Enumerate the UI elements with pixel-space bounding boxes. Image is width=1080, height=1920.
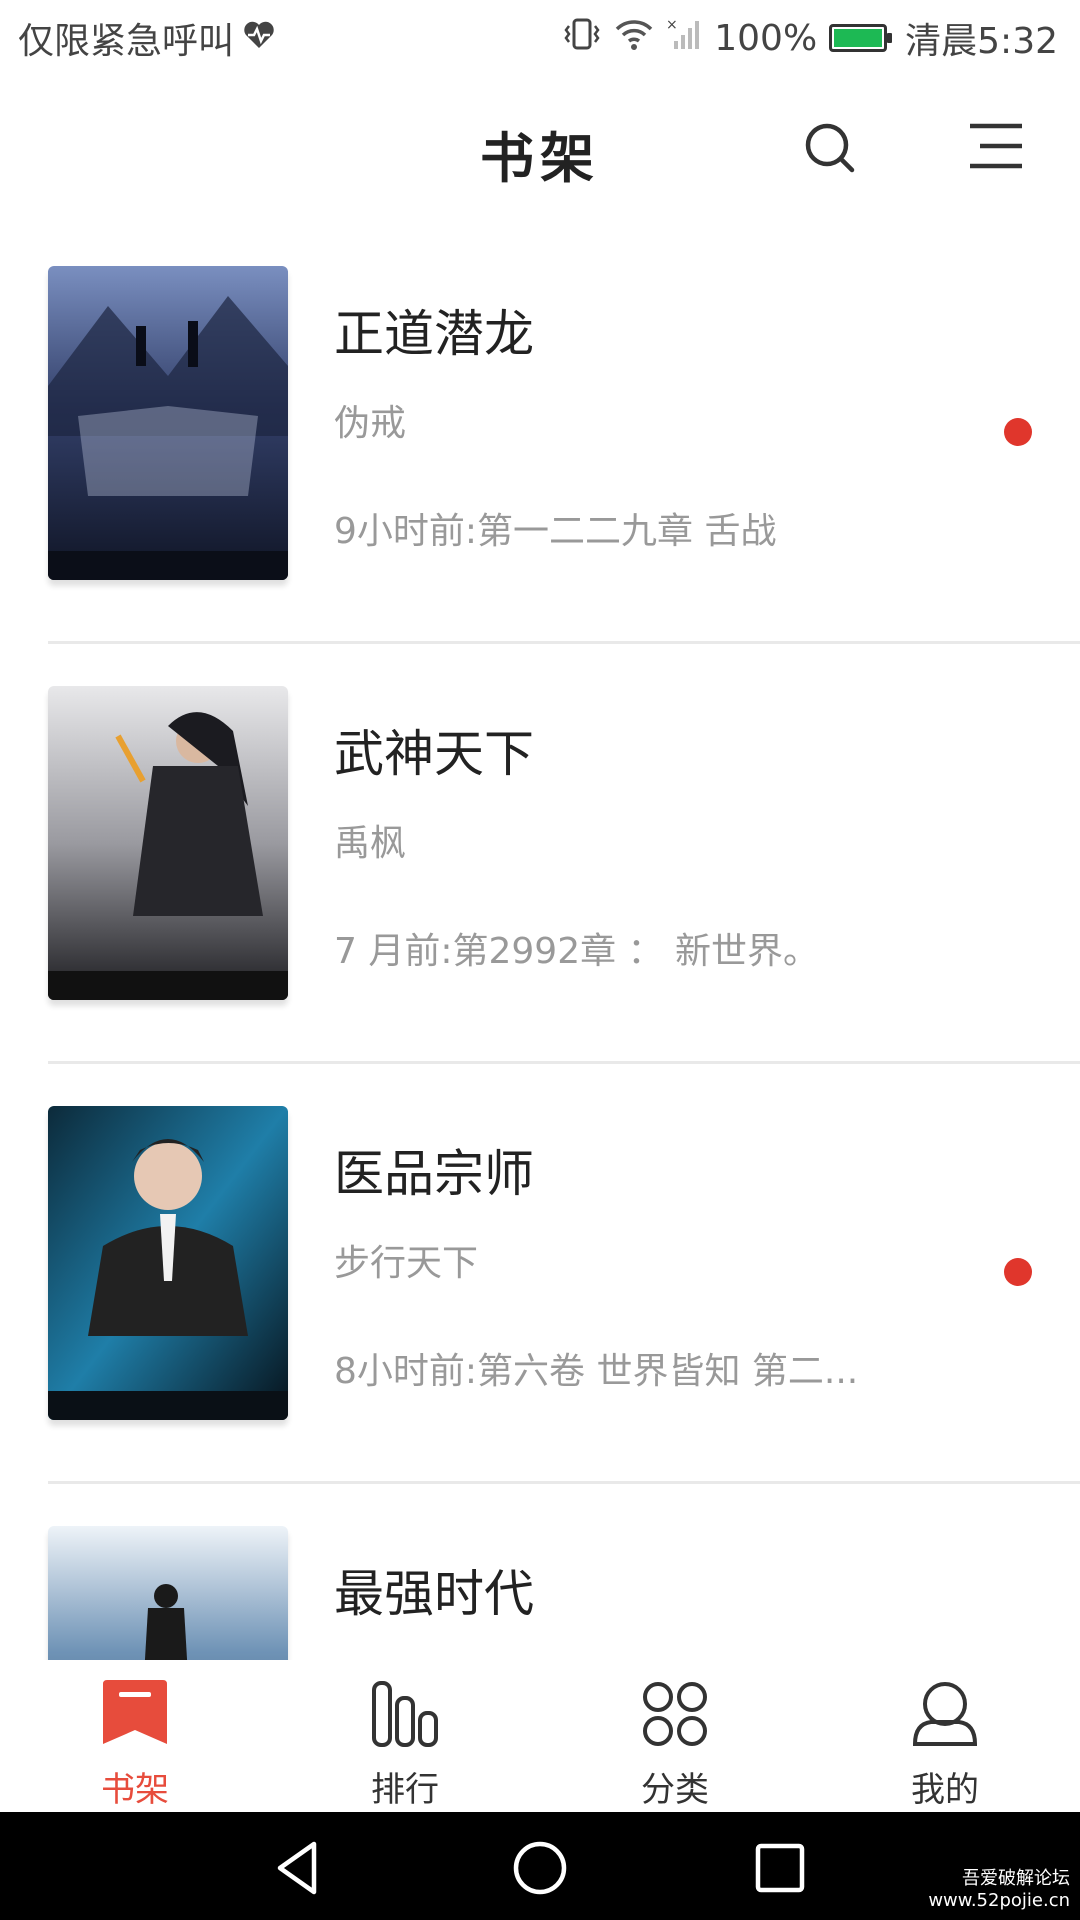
book-cover	[48, 1526, 288, 1660]
tab-ranking[interactable]: 排行	[270, 1660, 540, 1812]
bottom-tab-bar: 书架 排行 分类 我的	[0, 1660, 1080, 1812]
status-left: 仅限紧急呼叫	[18, 12, 276, 64]
watermark-line2: www.52pojie.cn	[928, 1890, 1070, 1911]
book-cover-image	[48, 266, 288, 580]
book-cover-image	[48, 1106, 288, 1420]
top-app-bar: 书架	[0, 74, 1080, 224]
tab-label: 我的	[911, 1770, 979, 1810]
ranking-icon	[372, 1681, 438, 1747]
category-icon	[643, 1682, 707, 1746]
tab-profile[interactable]: 我的	[810, 1660, 1080, 1812]
heart-rate-icon	[242, 18, 276, 59]
book-item[interactable]: 最强时代	[0, 1484, 1080, 1660]
watermark: 吾爱破解论坛 www.52pojie.cn	[928, 1868, 1070, 1912]
bookshelf-icon	[103, 1680, 167, 1744]
emergency-call-text: 仅限紧急呼叫	[18, 21, 235, 62]
recents-icon	[755, 1843, 805, 1893]
home-button[interactable]	[510, 1838, 570, 1898]
back-button[interactable]	[270, 1838, 330, 1898]
tab-category[interactable]: 分类	[540, 1660, 810, 1812]
status-right: × 100% 清晨5:32	[562, 12, 1058, 64]
watermark-line1: 吾爱破解论坛	[962, 1868, 1070, 1889]
book-cover	[48, 266, 288, 580]
svg-text:×: ×	[666, 17, 678, 33]
menu-icon	[970, 123, 1022, 169]
app-root: 仅限紧急呼叫 × 100% 清晨5:32 书架 正道潜龙 伪戒 9小时前:第一二…	[0, 0, 1080, 1920]
tab-label: 书架	[101, 1770, 169, 1810]
recents-button[interactable]	[750, 1838, 810, 1898]
search-button[interactable]	[800, 118, 860, 178]
book-item[interactable]: 武神天下 禹枫 7 月前:第2992章 ： 新世界。	[0, 644, 1080, 1064]
battery-percent: 100%	[714, 17, 818, 59]
menu-button[interactable]	[966, 120, 1026, 176]
book-author: 伪戒	[334, 403, 407, 444]
tab-bookshelf[interactable]: 书架	[0, 1660, 270, 1812]
wifi-icon	[614, 17, 654, 60]
book-item[interactable]: 正道潜龙 伪戒 9小时前:第一二二九章 舌战	[0, 224, 1080, 644]
signal-icon: ×	[666, 17, 702, 60]
update-indicator	[1004, 1258, 1032, 1286]
book-item[interactable]: 医品宗师 步行天下 8小时前:第六卷 世界皆知 第二...	[0, 1064, 1080, 1484]
search-icon	[805, 123, 855, 173]
page-title: 书架	[480, 126, 600, 190]
book-cover	[48, 1106, 288, 1420]
vibrate-icon	[562, 17, 602, 60]
book-cover-image	[48, 686, 288, 1000]
battery-icon	[829, 24, 893, 52]
bookshelf-list: 正道潜龙 伪戒 9小时前:第一二二九章 舌战 武神天下 禹枫 7 月前:第299…	[0, 224, 1080, 1660]
system-nav-bar: 吾爱破解论坛 www.52pojie.cn	[0, 1812, 1080, 1920]
book-title: 医品宗师	[334, 1145, 534, 1203]
book-cover-image	[48, 1526, 288, 1660]
clock: 清晨5:32	[905, 21, 1058, 62]
book-cover	[48, 686, 288, 1000]
book-title: 正道潜龙	[334, 305, 534, 363]
home-icon	[513, 1841, 567, 1895]
book-latest-chapter: 7 月前:第2992章 ： 新世界。	[334, 931, 819, 972]
book-title: 最强时代	[334, 1565, 534, 1623]
tab-label: 排行	[371, 1770, 439, 1810]
status-bar: 仅限紧急呼叫 × 100% 清晨5:32	[0, 0, 1080, 74]
profile-icon	[912, 1682, 978, 1746]
book-title: 武神天下	[334, 725, 534, 783]
book-latest-chapter: 8小时前:第六卷 世界皆知 第二...	[334, 1351, 859, 1392]
tab-label: 分类	[641, 1770, 709, 1810]
book-author: 禹枫	[334, 823, 407, 864]
book-latest-chapter: 9小时前:第一二二九章 舌战	[334, 511, 777, 552]
update-indicator	[1004, 418, 1032, 446]
back-icon	[277, 1841, 317, 1895]
book-author: 步行天下	[334, 1243, 479, 1284]
